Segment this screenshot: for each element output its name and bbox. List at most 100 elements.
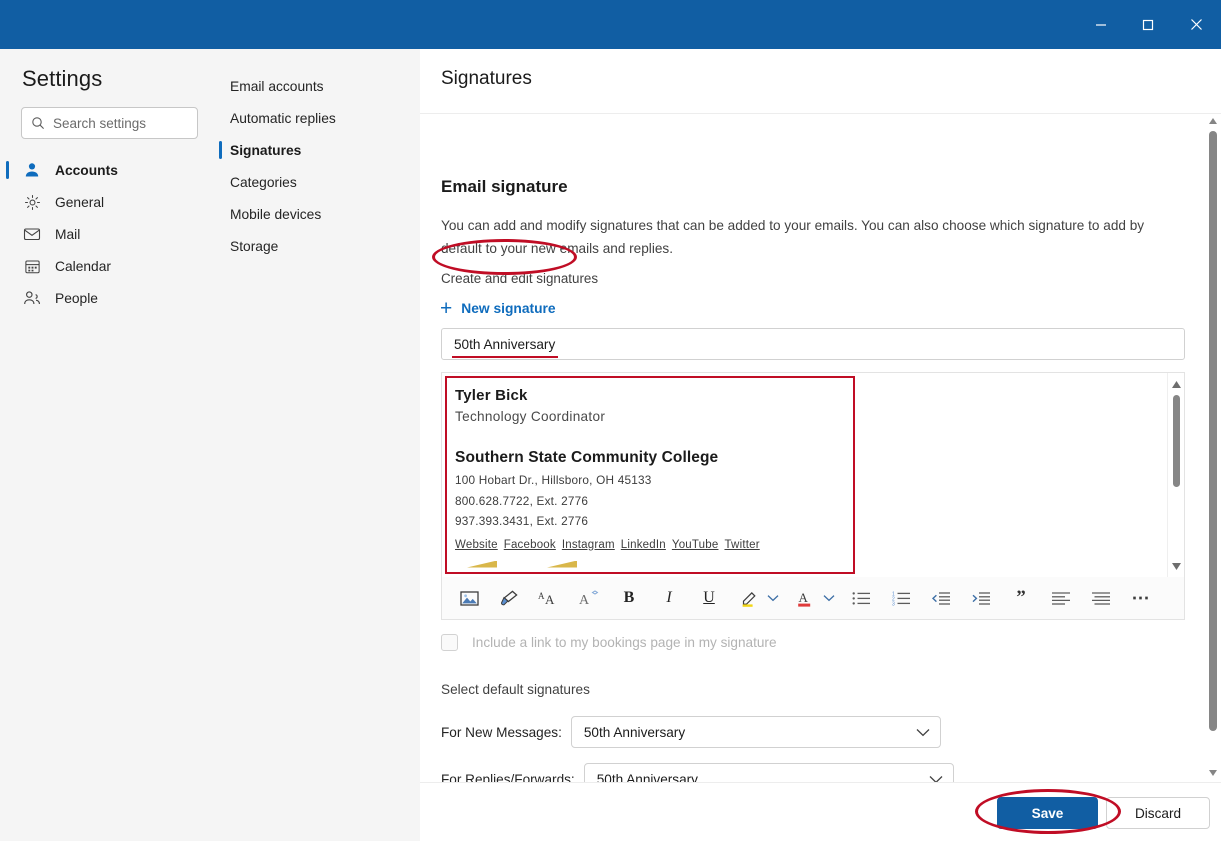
subnav-item-label: Signatures bbox=[230, 142, 302, 158]
subnav-item-label: Automatic replies bbox=[230, 110, 336, 126]
align-left-icon[interactable] bbox=[1050, 587, 1072, 609]
action-footer: Save Discard bbox=[420, 782, 1221, 841]
new-signature-button[interactable]: + New signature bbox=[440, 295, 556, 321]
page-scroll-down-icon[interactable] bbox=[1205, 766, 1221, 780]
align-justify-icon[interactable] bbox=[1090, 587, 1112, 609]
sidebar-item-label: Calendar bbox=[55, 258, 111, 274]
signature-name-value: 50th Anniversary bbox=[451, 336, 559, 358]
underline-icon[interactable]: U bbox=[698, 587, 720, 609]
bold-icon[interactable]: B bbox=[618, 587, 640, 609]
minimize-icon[interactable] bbox=[1077, 0, 1124, 49]
signature-link-linkedin[interactable]: LinkedIn bbox=[621, 539, 666, 551]
clear-formatting-icon[interactable]: A bbox=[578, 587, 600, 609]
person-icon bbox=[22, 160, 42, 180]
svg-text:3: 3 bbox=[892, 601, 895, 606]
section-title: Email signature bbox=[441, 177, 568, 196]
subnav-item-label: Categories bbox=[230, 174, 297, 190]
page-title: Signatures bbox=[441, 68, 532, 89]
page-scroll-up-icon[interactable] bbox=[1205, 114, 1221, 128]
subnav-list: Email accounts Automatic replies Signatu… bbox=[214, 70, 420, 262]
calendar-icon bbox=[22, 256, 42, 276]
italic-glyph: I bbox=[666, 589, 672, 606]
sidebar-item-calendar[interactable]: Calendar bbox=[0, 250, 214, 282]
sidebar-item-label: People bbox=[55, 290, 98, 306]
signature-link-youtube[interactable]: YouTube bbox=[672, 539, 719, 551]
format-painter-icon[interactable] bbox=[498, 587, 520, 609]
quote-icon[interactable]: ” bbox=[1010, 587, 1032, 609]
italic-icon[interactable]: I bbox=[658, 587, 680, 609]
subnav-item-label: Storage bbox=[230, 238, 279, 254]
close-icon[interactable] bbox=[1171, 0, 1221, 49]
subnav-item-label: Email accounts bbox=[230, 78, 324, 94]
subnav-item-mobile-devices[interactable]: Mobile devices bbox=[214, 198, 420, 230]
highlight-icon[interactable] bbox=[738, 587, 760, 609]
sidebar-item-label: Accounts bbox=[55, 162, 118, 178]
page-scrollbar-thumb[interactable] bbox=[1209, 131, 1217, 731]
discard-button[interactable]: Discard bbox=[1106, 797, 1210, 829]
subnav-item-automatic-replies[interactable]: Automatic replies bbox=[214, 102, 420, 134]
sidebar-nav: Accounts General Mail Calendar People bbox=[0, 154, 214, 314]
search-placeholder: Search settings bbox=[53, 115, 147, 131]
subnav-item-signatures[interactable]: Signatures bbox=[214, 134, 420, 166]
signature-editor: Tyler Bick Technology Coordinator Southe… bbox=[441, 372, 1185, 620]
bookings-checkbox[interactable] bbox=[441, 634, 458, 651]
signature-editor-body[interactable]: Tyler Bick Technology Coordinator Southe… bbox=[442, 373, 1169, 577]
subnav-item-categories[interactable]: Categories bbox=[214, 166, 420, 198]
new-messages-label: For New Messages: bbox=[441, 724, 562, 740]
svg-text:A: A bbox=[798, 590, 808, 605]
insert-picture-icon[interactable] bbox=[458, 587, 480, 609]
underline-glyph: U bbox=[703, 589, 715, 606]
subnav-item-email-accounts[interactable]: Email accounts bbox=[214, 70, 420, 102]
numbered-list-icon[interactable]: 123 bbox=[890, 587, 912, 609]
sidebar-item-label: Mail bbox=[55, 226, 81, 242]
save-button[interactable]: Save bbox=[997, 797, 1098, 829]
editor-scrollbar-thumb[interactable] bbox=[1173, 395, 1180, 487]
logo-shape-right bbox=[547, 560, 577, 568]
settings-title: Settings bbox=[22, 66, 103, 91]
decrease-indent-icon[interactable] bbox=[930, 587, 952, 609]
signature-organization: Southern State Community College bbox=[455, 449, 719, 466]
subnav-item-storage[interactable]: Storage bbox=[214, 230, 420, 262]
bookings-checkbox-row[interactable]: Include a link to my bookings page in my… bbox=[441, 634, 777, 651]
sidebar-item-people[interactable]: People bbox=[0, 282, 214, 314]
search-settings-input[interactable]: Search settings bbox=[21, 107, 198, 139]
new-messages-dropdown[interactable]: 50th Anniversary bbox=[570, 716, 941, 748]
sidebar-item-accounts[interactable]: Accounts bbox=[0, 154, 214, 186]
editor-scrollbar[interactable] bbox=[1167, 373, 1184, 577]
page-scrollbar[interactable] bbox=[1205, 114, 1221, 782]
highlight-chevron-down-icon[interactable] bbox=[766, 587, 780, 609]
logo-shape-left bbox=[467, 560, 497, 568]
signature-name-input[interactable]: 50th Anniversary bbox=[441, 328, 1185, 360]
font-size-icon[interactable]: AA bbox=[538, 587, 560, 609]
main-header: Signatures bbox=[420, 49, 1221, 114]
people-icon bbox=[22, 288, 42, 308]
sidebar-item-general[interactable]: General bbox=[0, 186, 214, 218]
signature-links: Website Facebook Instagram LinkedIn YouTube T… bbox=[455, 539, 844, 551]
signature-link-twitter[interactable]: Twitter bbox=[724, 539, 759, 551]
scroll-up-icon[interactable] bbox=[1168, 376, 1185, 392]
font-color-icon[interactable]: A bbox=[794, 587, 816, 609]
new-messages-row: For New Messages: 50th Anniversary bbox=[441, 716, 941, 748]
sidebar-item-mail[interactable]: Mail bbox=[0, 218, 214, 250]
bulleted-list-icon[interactable] bbox=[850, 587, 872, 609]
title-bar bbox=[0, 0, 1221, 49]
signature-link-website[interactable]: Website bbox=[455, 539, 498, 551]
more-options-icon[interactable]: ⋯ bbox=[1130, 587, 1152, 609]
scroll-down-icon[interactable] bbox=[1168, 558, 1185, 574]
gear-icon bbox=[22, 192, 42, 212]
sidebar-item-label: General bbox=[55, 194, 105, 210]
bookings-checkbox-label: Include a link to my bookings page in my… bbox=[472, 635, 777, 650]
signature-link-facebook[interactable]: Facebook bbox=[504, 539, 556, 551]
font-color-chevron-down-icon[interactable] bbox=[822, 587, 836, 609]
signature-spacer bbox=[455, 428, 844, 446]
svg-text:A: A bbox=[538, 591, 545, 601]
signature-link-instagram[interactable]: Instagram bbox=[562, 539, 615, 551]
svg-text:A: A bbox=[579, 593, 590, 607]
envelope-icon bbox=[22, 224, 42, 244]
settings-window: Settings Search settings Accounts Genera… bbox=[0, 0, 1221, 841]
quote-glyph: ” bbox=[1016, 587, 1026, 609]
maximize-icon[interactable] bbox=[1124, 0, 1171, 49]
increase-indent-icon[interactable] bbox=[970, 587, 992, 609]
create-edit-label: Create and edit signatures bbox=[441, 271, 599, 286]
new-signature-label: New signature bbox=[461, 300, 556, 316]
